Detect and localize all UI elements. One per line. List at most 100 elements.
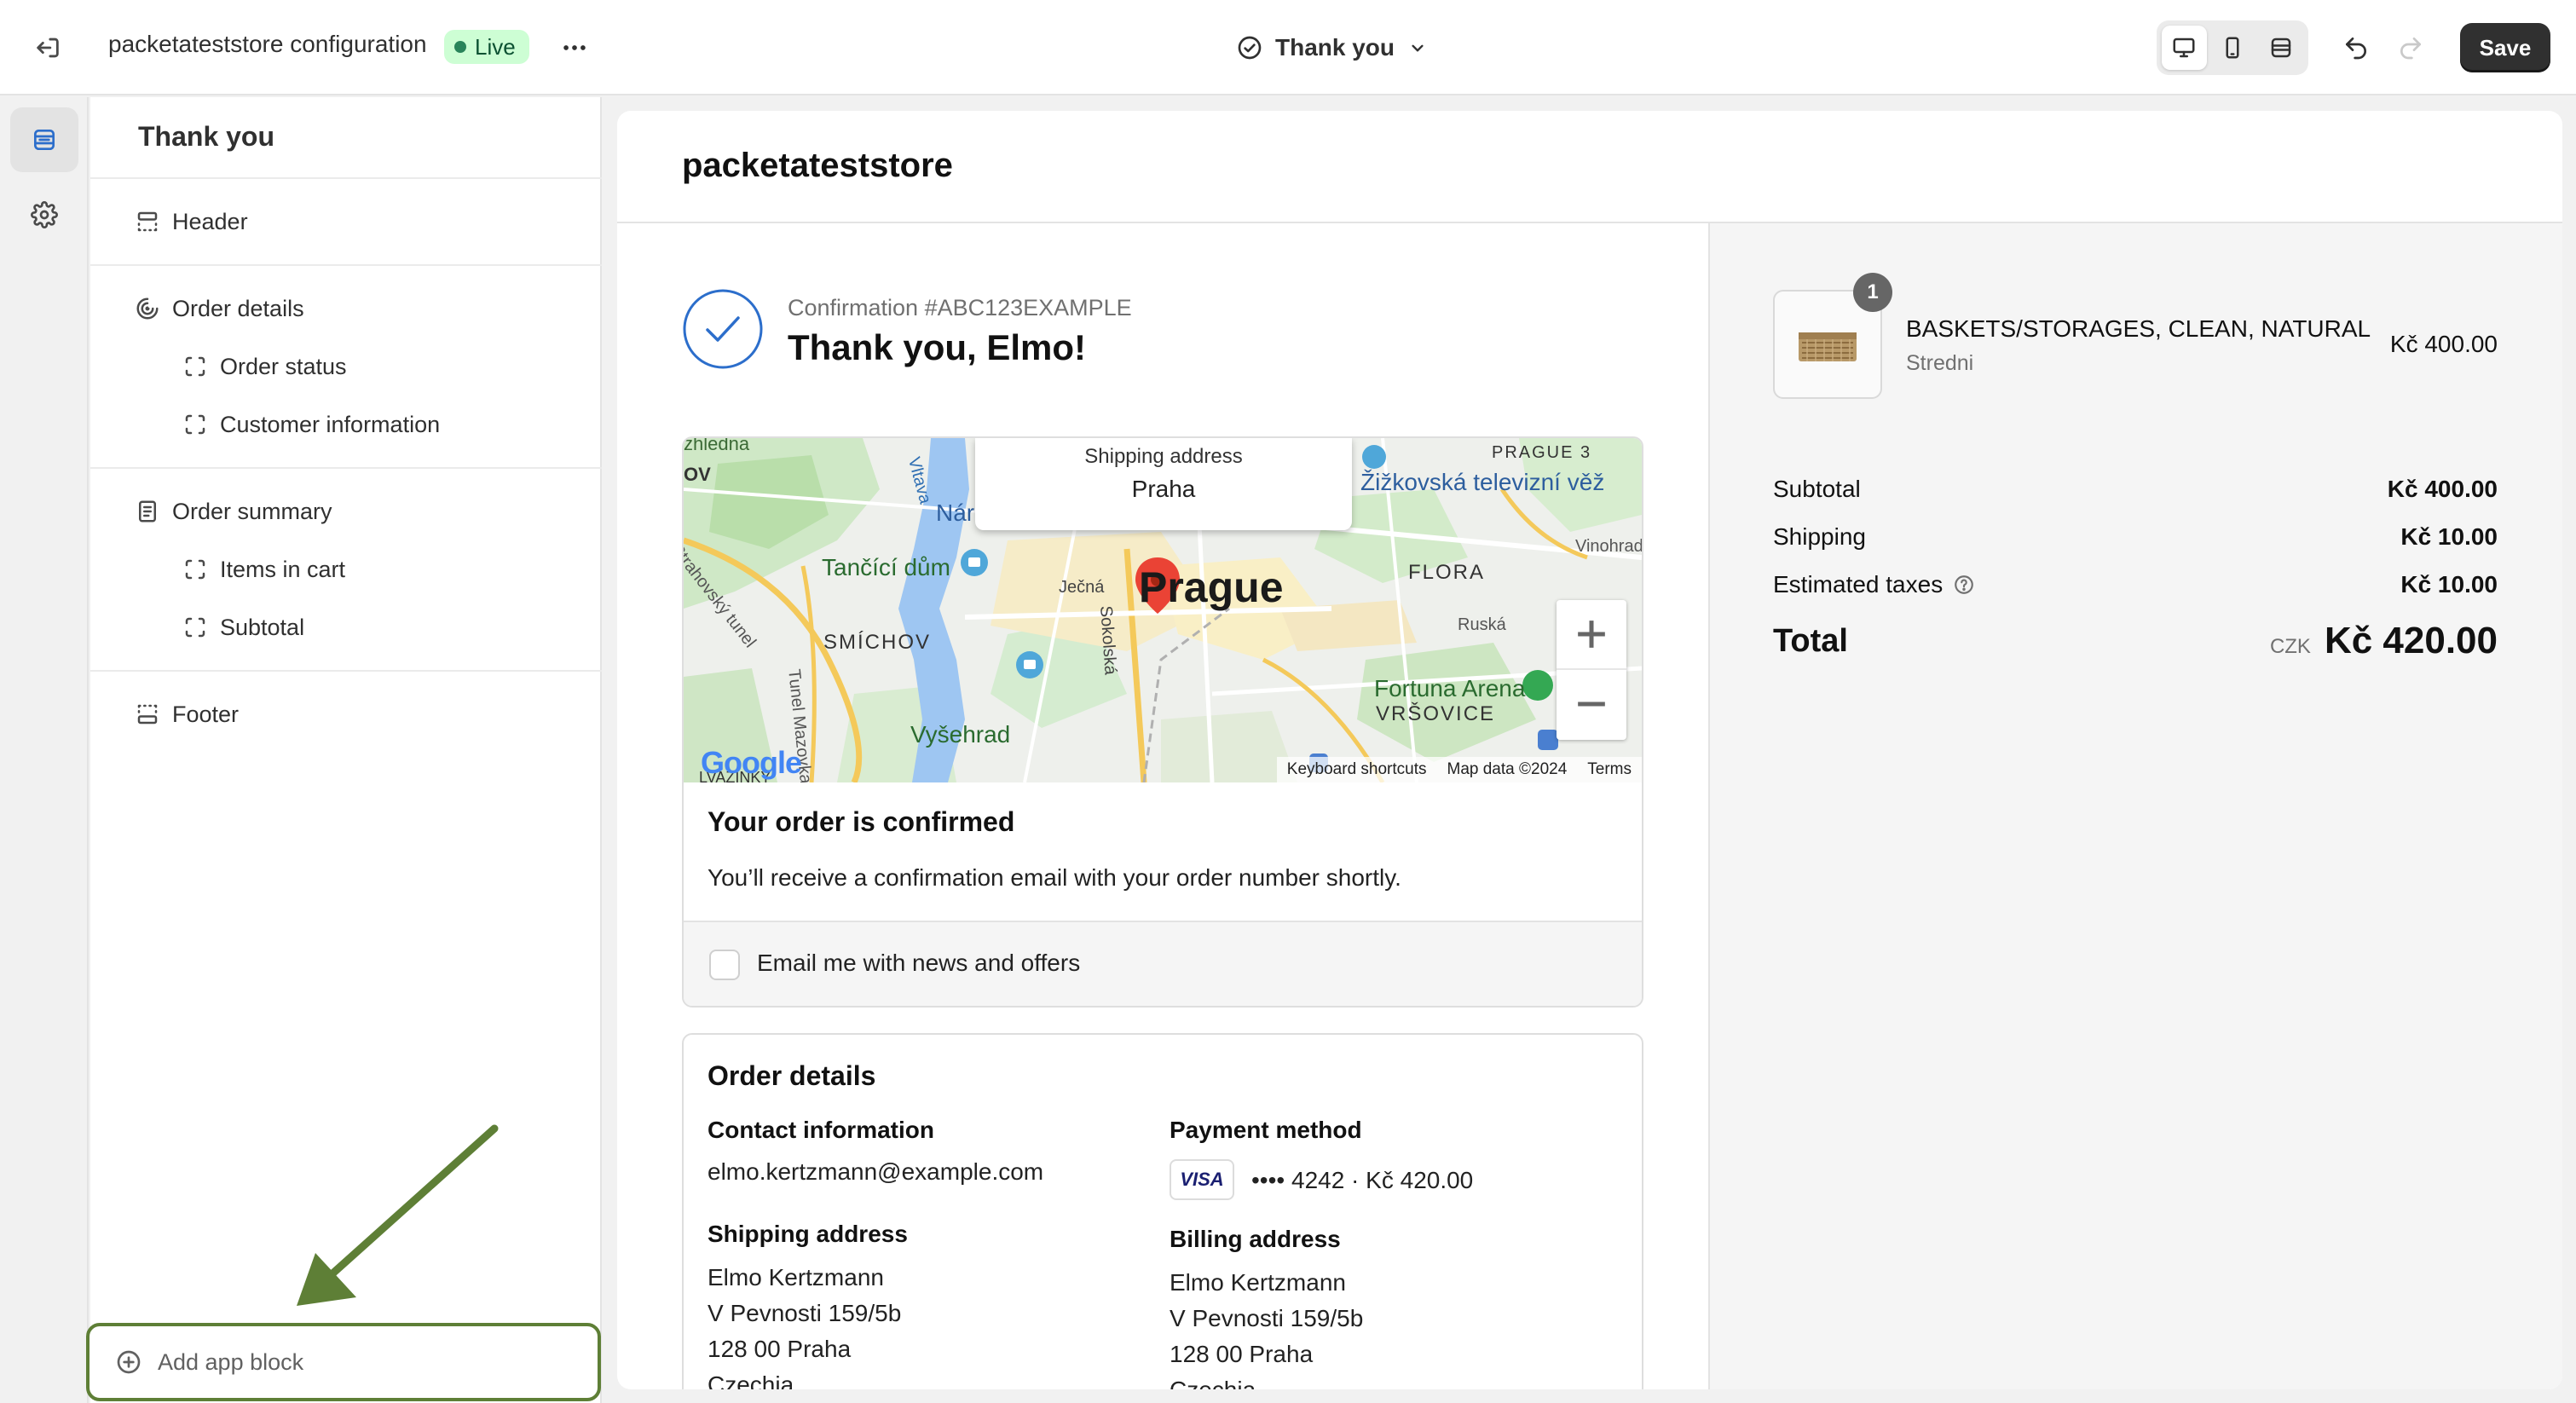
plus-icon <box>1578 621 1605 648</box>
popup-city: Praha <box>1131 476 1196 502</box>
billing-line: Elmo Kertzmann <box>1170 1269 1346 1296</box>
sidebar-item-customer-information[interactable]: Customer information <box>182 401 440 448</box>
fullscreen-icon <box>2271 38 2290 58</box>
contact-email: elmo.kertzmann@example.com <box>708 1158 1044 1185</box>
map-label: OV <box>684 464 711 485</box>
sidebar-item-label: Order summary <box>172 498 332 524</box>
taxes-row: Estimated taxes Kč 10.00 <box>1773 568 2498 602</box>
footer-layout-icon <box>137 704 158 725</box>
add-app-block-label: Add app block <box>158 1348 304 1375</box>
settings-rail-button[interactable] <box>10 182 78 247</box>
map-label: Ječná <box>1059 578 1105 597</box>
taxes-label-group: Estimated taxes <box>1773 571 1975 598</box>
desktop-icon <box>2173 38 2195 58</box>
sections-rail-button[interactable] <box>10 107 78 172</box>
live-dot-icon <box>454 41 466 53</box>
desktop-view-button[interactable] <box>2162 26 2207 70</box>
block-icon <box>185 356 205 377</box>
plus-circle-icon <box>117 1350 141 1374</box>
map-label: Ruská <box>1458 615 1506 634</box>
exit-button[interactable] <box>26 26 70 70</box>
visa-card-icon: VISA <box>1170 1159 1234 1200</box>
terms-link[interactable]: Terms <box>1587 760 1632 779</box>
preview-header: packetateststore <box>617 111 2562 223</box>
exit-icon <box>37 38 59 58</box>
map-label: Tančící dům <box>822 554 950 580</box>
payment-heading: Payment method <box>1170 1117 1362 1143</box>
thank-you-heading: Thank you, Elmo! <box>788 327 1087 367</box>
chevron-down-icon <box>1412 44 1424 52</box>
sidebar-item-footer[interactable]: Footer <box>135 690 239 738</box>
sidebar-item-header[interactable]: Header <box>135 198 248 245</box>
total-label: Total <box>1773 622 1848 659</box>
sidebar-item-subtotal[interactable]: Subtotal <box>182 603 304 651</box>
save-button[interactable]: Save <box>2460 23 2550 72</box>
sidebar-item-label: Footer <box>172 701 240 727</box>
map-label: VRŠOVICE <box>1376 702 1496 725</box>
taxes-value: Kč 10.00 <box>2400 571 2498 598</box>
shipping-row: Shipping Kč 10.00 <box>1773 520 2498 554</box>
keyboard-shortcuts-link[interactable]: Keyboard shortcuts <box>1287 760 1427 779</box>
live-badge-label: Live <box>475 33 516 60</box>
shipping-line: 128 00 Praha <box>708 1336 852 1362</box>
sidebar-item-order-status[interactable]: Order status <box>182 343 347 390</box>
order-details-card: Order details Contact information elmo.k… <box>682 1033 1643 1389</box>
map-label-city: Prague <box>1139 563 1284 611</box>
order-confirmed-title: Your order is confirmed <box>708 806 1015 837</box>
divider <box>90 264 602 266</box>
minus-icon <box>1578 702 1605 707</box>
sidebar-item-label: Header <box>172 208 248 234</box>
sidebar-item-label: Subtotal <box>220 614 305 640</box>
live-badge: Live <box>444 30 529 64</box>
product-price: Kč 400.00 <box>2389 331 2498 357</box>
map-data-text: Map data ©2024 <box>1447 760 1568 778</box>
map-zoom-controls <box>1557 600 1626 740</box>
page-selector[interactable]: Thank you <box>1236 26 1429 70</box>
shipping-label: Shipping <box>1773 523 1866 550</box>
help-circle-icon[interactable] <box>1953 574 1975 596</box>
sidebar-item-order-details[interactable]: Order details <box>135 285 304 332</box>
sidebar-item-items-in-cart[interactable]: Items in cart <box>182 546 345 593</box>
shipping-line: Elmo Kertzmann <box>708 1264 884 1290</box>
sidebar-item-label: Items in cart <box>220 556 346 582</box>
divider <box>90 670 602 672</box>
sidebar-item-order-summary[interactable]: Order summary <box>135 488 332 535</box>
undo-button[interactable] <box>2334 26 2378 70</box>
map-label: Nár <box>936 499 975 526</box>
shipping-map[interactable]: zhledna OV Strahovský tunel Vltava Nár T… <box>684 438 1642 782</box>
top-bar: packetateststore configuration Live Than… <box>0 0 2576 95</box>
store-config-title: packetateststore configuration <box>108 31 427 57</box>
header-layout-icon <box>137 211 158 232</box>
google-logo-text: Google <box>701 745 802 780</box>
map-label: Fortuna Arena <box>1374 675 1526 702</box>
payment-text: •••• 4242 · Kč 420.00 <box>1251 1167 1474 1193</box>
email-optin-row[interactable]: Email me with news and offers <box>684 921 1642 1006</box>
add-app-block-button[interactable]: Add app block <box>86 1323 601 1401</box>
fullscreen-view-button[interactable] <box>2258 26 2303 70</box>
map-label: PRAGUE 3 <box>1492 443 1592 462</box>
store-name: packetateststore <box>682 147 953 184</box>
zoom-out-button[interactable] <box>1557 670 1626 738</box>
basket-image <box>1799 332 1857 361</box>
redo-icon <box>2400 38 2421 60</box>
zoom-in-button[interactable] <box>1557 600 1626 670</box>
mobile-view-button[interactable] <box>2210 26 2255 70</box>
map-address-popup: Shipping address Praha <box>975 438 1352 530</box>
order-details-title: Order details <box>708 1060 876 1091</box>
shipping-heading: Shipping address <box>708 1221 908 1247</box>
gear-icon <box>31 201 58 228</box>
subtotal-label: Subtotal <box>1773 476 1861 502</box>
taxes-label: Estimated taxes <box>1773 571 1944 598</box>
email-optin-checkbox[interactable] <box>709 950 740 980</box>
confirmation-number: Confirmation #ABC123EXAMPLE <box>788 295 1132 320</box>
google-logo: Google <box>701 745 802 781</box>
map-attribution: Keyboard shortcuts Map data ©2024 Terms <box>1276 757 1642 782</box>
receipt-icon <box>139 500 156 523</box>
more-actions-button[interactable] <box>552 26 597 70</box>
redo-button[interactable] <box>2388 26 2433 70</box>
map-label: Žižkovská televizní věž <box>1360 469 1605 495</box>
billing-line: 128 00 Praha <box>1170 1341 1314 1367</box>
shipping-line: V Pevnosti 159/5b <box>708 1300 902 1326</box>
undo-icon <box>2346 38 2366 60</box>
billing-heading: Billing address <box>1170 1226 1341 1252</box>
